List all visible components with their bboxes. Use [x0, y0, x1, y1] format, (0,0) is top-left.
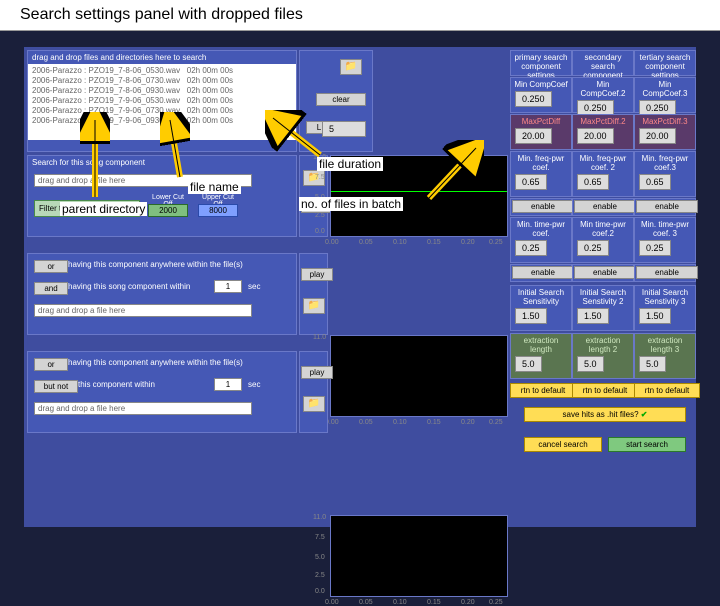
initsens-1-val[interactable]: 1.50: [515, 308, 547, 324]
enable-1a[interactable]: enable: [510, 198, 572, 216]
maxpctdiff-2-val[interactable]: 20.00: [577, 128, 614, 144]
freqpwr-2: Min. freq-pwr coef. 20.65: [572, 151, 634, 197]
browse-folder-button[interactable]: 📁: [340, 59, 362, 75]
min-compcoef-1: Min CompCoef0.250: [510, 77, 572, 113]
extraction-1-val[interactable]: 5.0: [515, 356, 542, 372]
freqpwr-3: Min. freq-pwr coef.30.65: [634, 151, 696, 197]
min-compcoef-2: Min CompCoef.20.250: [572, 77, 634, 113]
timepwr-1-val[interactable]: 0.25: [515, 240, 547, 256]
maxpctdiff-1: MaxPctDiff20.00: [510, 114, 572, 150]
within-sec-2[interactable]: 1: [214, 378, 242, 391]
extraction-3-val[interactable]: 5.0: [639, 356, 666, 372]
comp3-side: play 📁: [299, 351, 328, 433]
timepwr-2: Min time-pwr coef.20.25: [572, 217, 634, 263]
extraction-3: extraction length 35.0: [634, 333, 696, 379]
browse-comp3-button[interactable]: 📁: [303, 396, 325, 412]
initsens-3: Initial Search Senstivity 31.50: [634, 285, 696, 331]
play-comp3-button[interactable]: play: [301, 366, 333, 379]
this-within-label: this component within: [78, 380, 155, 389]
maxpctdiff-3-val[interactable]: 20.00: [639, 128, 676, 144]
drop-header: drag and drop files and directories here…: [28, 51, 296, 64]
freqpwr-1: Min. freq-pwr coef.0.65: [510, 151, 572, 197]
graph-2: 11.0 7.5 5.0 2.5 0.0 0.00 0.05 0.10 0.15…: [330, 335, 508, 417]
maxpctdiff-3: MaxPctDiff.320.00: [634, 114, 696, 150]
freqpwr-3-val[interactable]: 0.65: [639, 174, 671, 190]
maxpctdiff-2: MaxPctDiff.220.00: [572, 114, 634, 150]
col-hdr-3: tertiary search component settings: [634, 50, 696, 76]
callout-parent-directory: parent directory: [60, 202, 147, 216]
initsens-1: Initial Search Sensitivity1.50: [510, 285, 572, 331]
enable-3b[interactable]: enable: [634, 264, 696, 282]
or-button-2[interactable]: or: [34, 358, 68, 371]
check-icon: ✔: [641, 410, 648, 419]
initsens-2-val[interactable]: 1.50: [577, 308, 609, 324]
maxpctdiff-1-val[interactable]: 20.00: [515, 128, 552, 144]
graph-3: 11.0 7.5 5.0 2.5 0.0 0.00 0.05 0.10 0.15…: [330, 515, 508, 597]
rtn-default-1[interactable]: rtn to default: [510, 383, 576, 398]
callout-no-files: no. of files in batch: [299, 197, 403, 211]
initsens-2: Initial Search Senstivity 21.50: [572, 285, 634, 331]
component-3-pane: or having this component anywhere within…: [27, 351, 297, 433]
file-row: 2006-Parazzo : PZO19_7-8-06_0530.wav 02h…: [32, 66, 292, 76]
extraction-2: extraction length 25.0: [572, 333, 634, 379]
timepwr-3-val[interactable]: 0.25: [639, 240, 671, 256]
main-panel: drag and drop files and directories here…: [24, 47, 696, 527]
rtn-default-3[interactable]: rtn to default: [634, 383, 700, 398]
arrow-icon: [80, 112, 110, 202]
page-title: Search settings panel with dropped files: [0, 0, 720, 31]
save-hits-button[interactable]: save hits as .hit files? ✔: [524, 407, 686, 422]
comp2-side: play 📁: [299, 253, 328, 335]
enable-2a[interactable]: enable: [572, 198, 634, 216]
batch-count: 5: [322, 121, 366, 137]
having-within-label: having this song component within: [68, 282, 190, 291]
timepwr-2-val[interactable]: 0.25: [577, 240, 609, 256]
cancel-search-button[interactable]: cancel search: [524, 437, 602, 452]
freqpwr-2-val[interactable]: 0.65: [577, 174, 609, 190]
or-button-1[interactable]: or: [34, 260, 68, 273]
arrow-icon: [265, 110, 325, 160]
browse-comp2-button[interactable]: 📁: [303, 298, 325, 314]
min-compcoef-1-val[interactable]: 0.250: [515, 91, 552, 107]
timepwr-3: Min. time-pwr coef. 30.25: [634, 217, 696, 263]
sec-label-1: sec: [248, 282, 260, 291]
timepwr-1: Min. time-pwr coef.0.25: [510, 217, 572, 263]
extraction-1: extraction length5.0: [510, 333, 572, 379]
but-not-button[interactable]: but not: [34, 380, 78, 393]
having-anywhere-label: having this component anywhere within th…: [68, 260, 243, 269]
enable-1b[interactable]: enable: [510, 264, 572, 282]
callout-file-name: file name: [188, 180, 241, 194]
col-hdr-2: secondary search component settings: [572, 50, 634, 76]
file-row: 2006-Parazzo : PZO19_7-8-06_0730.wav 02h…: [32, 76, 292, 86]
sec-label-2: sec: [248, 380, 260, 389]
play-comp2-button[interactable]: play: [301, 268, 333, 281]
enable-3a[interactable]: enable: [634, 198, 696, 216]
within-sec-1[interactable]: 1: [214, 280, 242, 293]
component-2-pane: or having this component anywhere within…: [27, 253, 297, 335]
initsens-3-val[interactable]: 1.50: [639, 308, 671, 324]
clear-button[interactable]: clear: [316, 93, 366, 106]
arrow-icon: [424, 140, 484, 202]
and-button[interactable]: and: [34, 282, 68, 295]
drop-file-input-3[interactable]: drag and drop a file here: [34, 402, 252, 415]
lower-cutoff-value[interactable]: 2000: [148, 204, 188, 217]
file-row: 2006-Parazzo : PZO19_7-9-06_0530.wav 02h…: [32, 96, 292, 106]
file-row: 2006-Parazzo : PZO19_7-8-06_0930.wav 02h…: [32, 86, 292, 96]
upper-cutoff-value[interactable]: 8000: [198, 204, 238, 217]
col-hdr-1: primary search component settings: [510, 50, 572, 76]
min-compcoef-3: Min CompCoef.30.250: [634, 77, 696, 113]
enable-2b[interactable]: enable: [572, 264, 634, 282]
extraction-2-val[interactable]: 5.0: [577, 356, 604, 372]
arrow-icon: [160, 112, 190, 182]
drop-file-input-2[interactable]: drag and drop a file here: [34, 304, 252, 317]
freqpwr-1-val[interactable]: 0.65: [515, 174, 547, 190]
rtn-default-2[interactable]: rtn to default: [572, 383, 638, 398]
having-anywhere-label-2: having this component anywhere within th…: [68, 358, 243, 367]
start-search-button[interactable]: start search: [608, 437, 686, 452]
callout-file-duration: file duration: [317, 157, 383, 171]
